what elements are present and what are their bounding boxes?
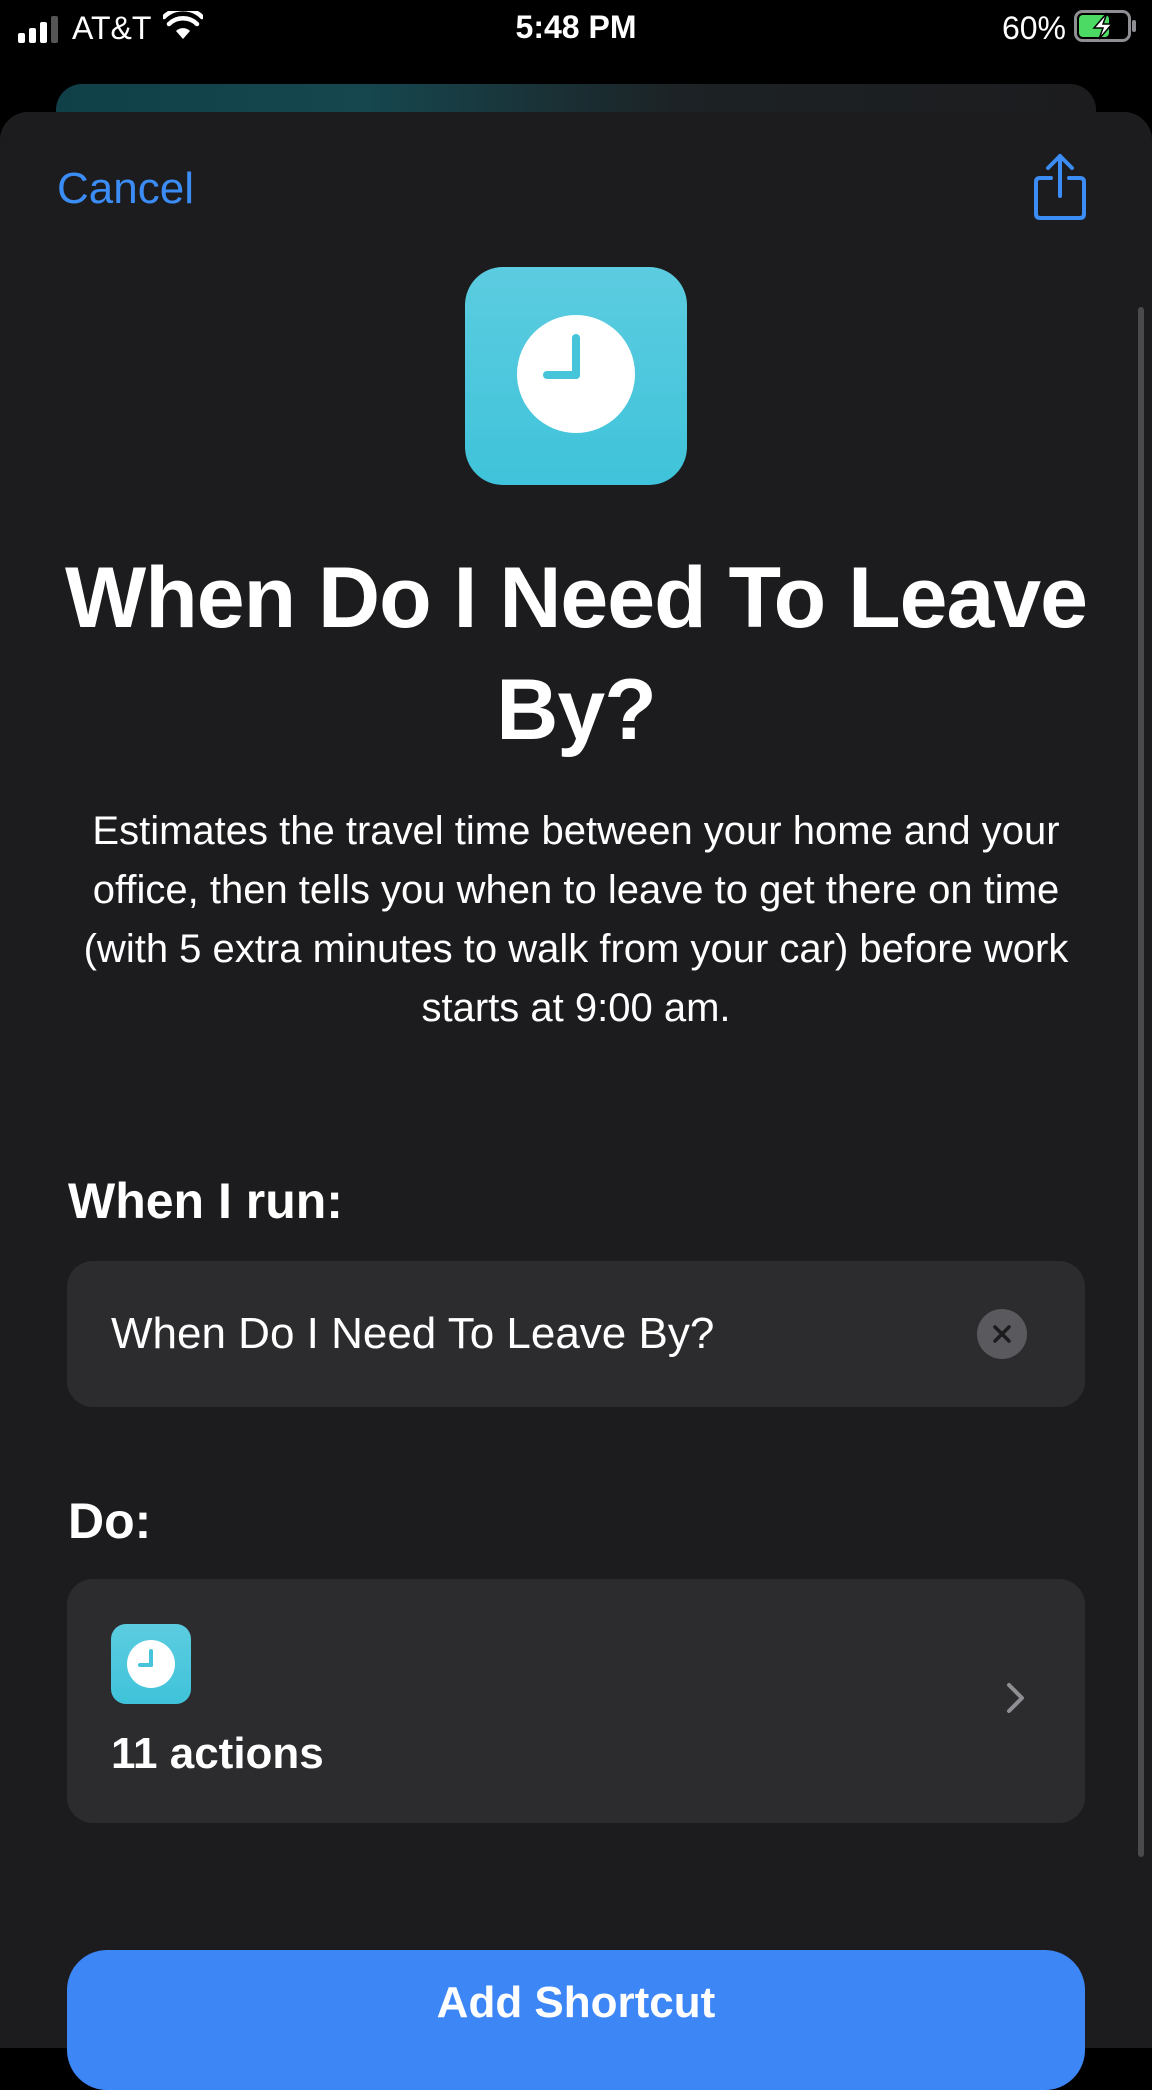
cancel-button[interactable]: Cancel [57,164,194,214]
shortcut-title: When Do I Need To Leave By? [65,550,1088,758]
status-time: 5:48 PM [515,9,637,45]
do-label: Do: [68,1493,152,1549]
add-shortcut-label: Add Shortcut [436,1978,716,2027]
actions-count: 11 actions [111,1729,324,1778]
shortcut-description: Estimates the travel time between your h… [83,809,1069,1030]
chevron-right-icon [1005,1681,1027,1720]
phrase-input[interactable] [111,1261,971,1407]
clock-icon [517,315,635,433]
actions-clock-icon [111,1624,191,1704]
shortcut-app-icon [465,267,687,485]
phrase-field[interactable] [67,1261,1085,1407]
share-icon[interactable] [1032,152,1088,227]
when-i-run-label: When I run: [68,1173,343,1229]
status-right: 60% [1002,10,1138,47]
battery-charging-icon [1074,10,1138,47]
actions-card[interactable]: 11 actions [67,1579,1085,1823]
add-shortcut-button[interactable]: Add Shortcut [67,1950,1085,2090]
battery-percent: 60% [1001,10,1066,46]
add-shortcut-sheet: Cancel When Do I Need To Leave By? Estim… [0,112,1152,2090]
clear-icon[interactable] [977,1309,1027,1359]
scrollbar[interactable] [1138,307,1144,1857]
status-bar: AT&T 5:48 PM 60% [0,0,1152,60]
